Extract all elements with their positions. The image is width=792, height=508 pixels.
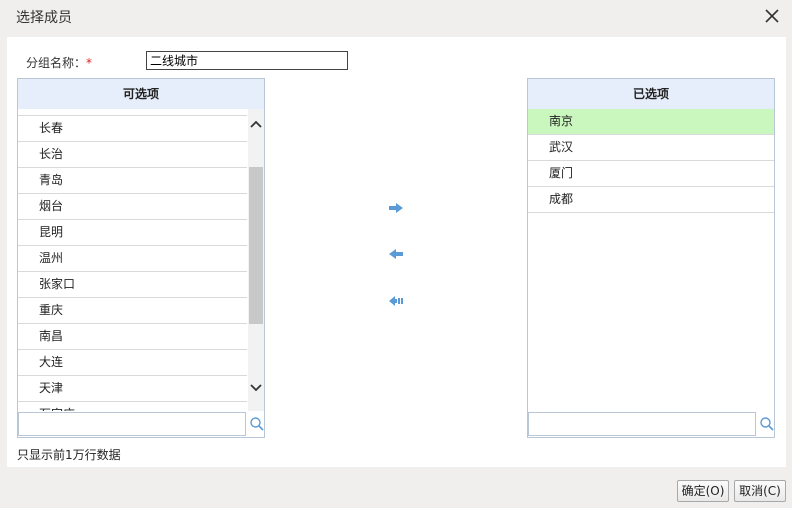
list-item[interactable]: 张家口: [18, 272, 247, 298]
group-name-label-text: 分组名称：: [26, 56, 87, 70]
search-icon[interactable]: [249, 416, 265, 432]
list-item[interactable]: 昆明: [18, 220, 247, 246]
list-item[interactable]: 长治: [18, 142, 247, 168]
group-name-label: 分组名称：*: [26, 54, 92, 71]
selected-header: 已选项: [528, 79, 774, 109]
arrow-left-icon[interactable]: [388, 248, 404, 260]
list-item[interactable]: 厦门: [528, 161, 774, 187]
double-arrow-left-icon[interactable]: [388, 295, 404, 307]
row-limit-note: 只显示前1万行数据: [17, 448, 121, 462]
list-item[interactable]: 烟台: [18, 194, 247, 220]
list-top-spacer: [18, 109, 247, 116]
available-panel: 可选项 长春 长治 青岛 烟台 昆明 温州 张家口 重庆 南昌 大连 天津 石家…: [17, 78, 265, 438]
required-mark: *: [86, 56, 93, 70]
list-item-selected[interactable]: 南京: [528, 109, 774, 135]
list-item[interactable]: 重庆: [18, 298, 247, 324]
group-name-input[interactable]: [146, 51, 348, 70]
close-icon[interactable]: [762, 6, 782, 26]
list-item[interactable]: 青岛: [18, 168, 247, 194]
search-icon[interactable]: [759, 416, 775, 432]
available-header: 可选项: [18, 79, 264, 109]
list-item[interactable]: 温州: [18, 246, 247, 272]
list-item[interactable]: 石家庄: [18, 402, 247, 411]
available-list: 长春 长治 青岛 烟台 昆明 温州 张家口 重庆 南昌 大连 天津 石家庄: [18, 109, 247, 411]
list-item[interactable]: 天津: [18, 376, 247, 402]
selected-panel: 已选项 南京 武汉 厦门 成都: [527, 78, 775, 438]
available-scrollbar[interactable]: [248, 109, 264, 411]
list-item[interactable]: 南昌: [18, 324, 247, 350]
list-item[interactable]: 长春: [18, 116, 247, 142]
list-item[interactable]: 成都: [528, 187, 774, 213]
scrollbar-thumb[interactable]: [249, 167, 263, 324]
chevron-down-icon[interactable]: [248, 379, 264, 395]
cancel-button[interactable]: 取消(C): [734, 480, 786, 502]
dialog-titlebar: 选择成员: [0, 0, 792, 34]
selected-list: 南京 武汉 厦门 成都: [528, 109, 774, 411]
dialog-title: 选择成员: [16, 10, 72, 26]
chevron-up-icon[interactable]: [248, 117, 264, 133]
ok-button[interactable]: 确定(O): [677, 480, 729, 502]
list-item[interactable]: 武汉: [528, 135, 774, 161]
list-item[interactable]: 大连: [18, 350, 247, 376]
available-search-input[interactable]: [18, 412, 246, 436]
selected-search-input[interactable]: [528, 412, 756, 436]
arrow-right-icon[interactable]: [388, 202, 404, 214]
